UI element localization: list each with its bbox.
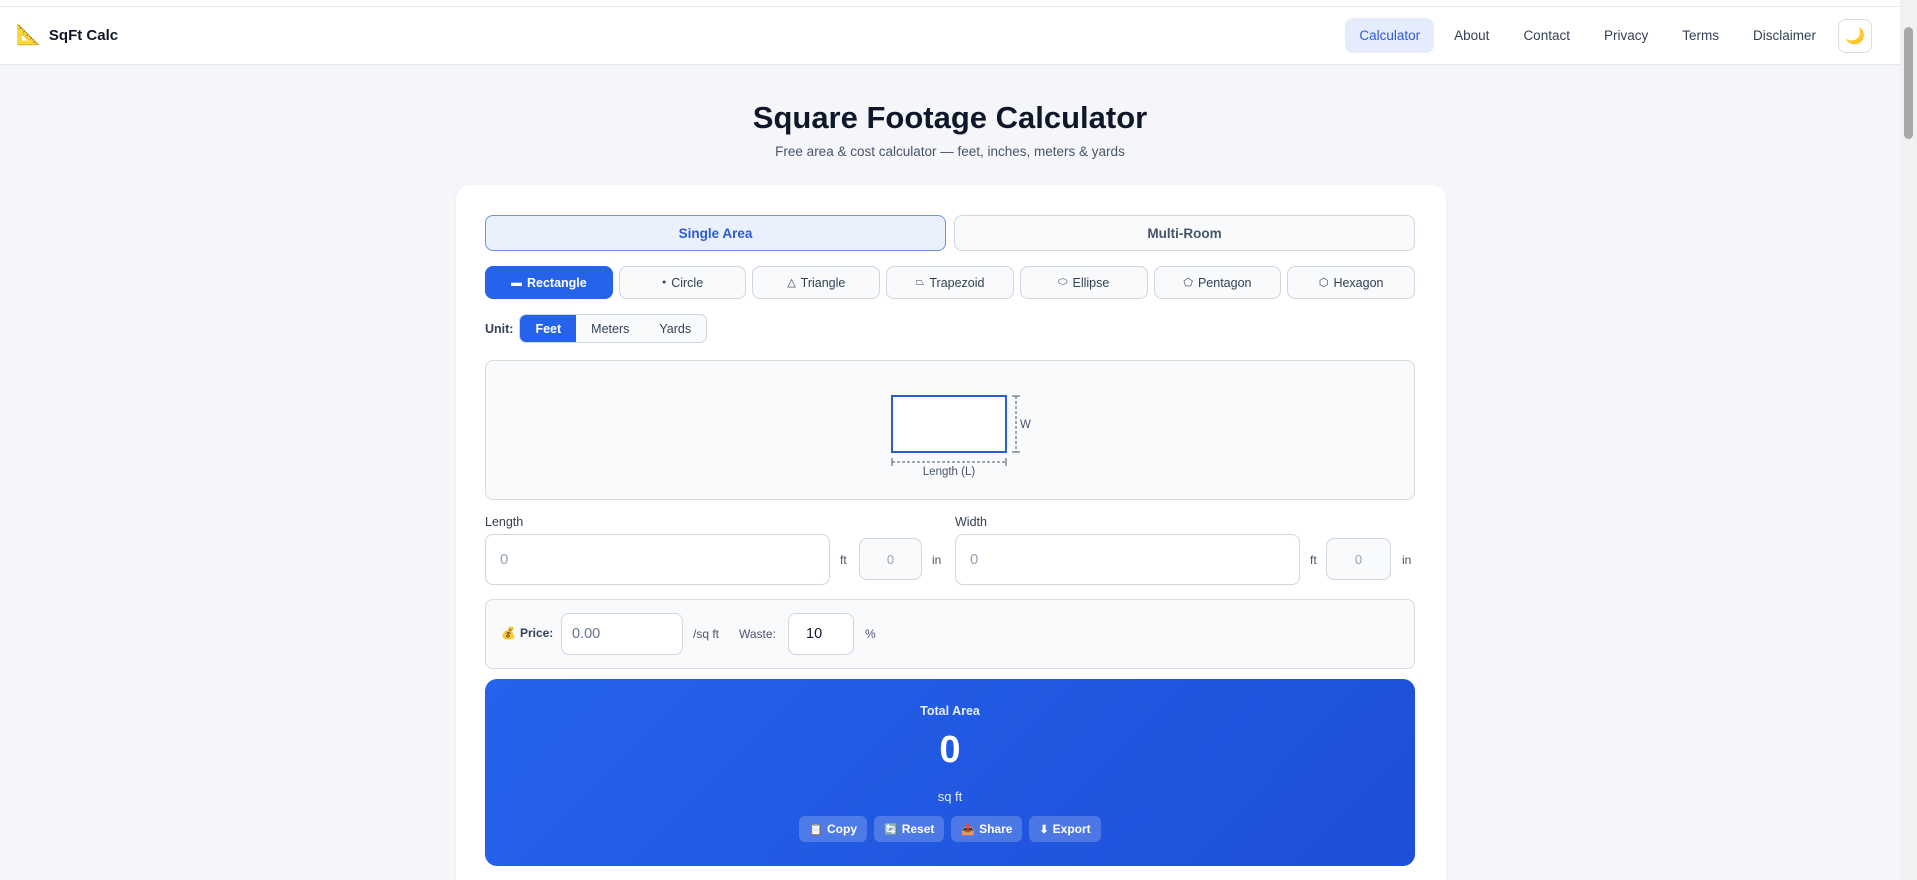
main-nav: Calculator About Contact Privacy Terms D… xyxy=(1345,18,1872,53)
ellipse-icon: ⬭ xyxy=(1058,276,1068,288)
nav-contact[interactable]: Contact xyxy=(1509,18,1584,53)
nav-terms[interactable]: Terms xyxy=(1668,18,1733,53)
scrollbar-thumb[interactable] xyxy=(1904,27,1913,139)
shape-label: Trapezoid xyxy=(929,275,985,290)
browser-top-edge xyxy=(0,0,1900,7)
share-icon: 📤 xyxy=(961,823,976,836)
result-value: 0 xyxy=(939,729,961,771)
moon-icon: 🌙 xyxy=(1845,27,1865,45)
brand[interactable]: 📐 SqFt Calc xyxy=(16,24,118,46)
trapezoid-icon: ⏢ xyxy=(915,276,925,288)
export-button[interactable]: ⬇ Export xyxy=(1029,816,1101,842)
circle-icon: ● xyxy=(661,279,667,286)
calculator-card: Single Area Multi-Room ▬ Rectangle ● Cir… xyxy=(456,185,1446,880)
copy-label: Copy xyxy=(827,822,857,836)
price-label-group: 💰 Price: xyxy=(501,626,553,640)
width-label: Width xyxy=(955,515,987,529)
length-diagram-label: Length (L) xyxy=(923,466,976,478)
shape-diagram: W Length (L) xyxy=(485,360,1415,500)
share-label: Share xyxy=(979,822,1013,836)
triangular-ruler-icon: 📐 xyxy=(16,24,41,46)
result-actions: 📋 Copy 🔄 Reset 📤 Share ⬇ Export xyxy=(485,816,1415,842)
length-inches-unit: in xyxy=(932,553,942,567)
nav-calculator[interactable]: Calculator xyxy=(1345,18,1435,53)
waste-value: 10 xyxy=(806,626,823,642)
price-label: Price: xyxy=(519,626,554,640)
triangle-icon: △ xyxy=(787,277,796,289)
width-diagram-label: W xyxy=(1020,419,1031,431)
unit-meters-button[interactable]: Meters xyxy=(576,315,644,342)
pentagon-icon: ⬠ xyxy=(1183,277,1193,289)
shape-hexagon-button[interactable]: ⬡ Hexagon xyxy=(1287,266,1416,299)
refresh-icon: 🔄 xyxy=(884,823,898,836)
width-feet-unit: ft xyxy=(1310,553,1317,567)
unit-label: Unit: xyxy=(485,321,514,336)
hexagon-icon: ⬡ xyxy=(1318,277,1329,289)
tab-single-area[interactable]: Single Area xyxy=(485,215,946,251)
waste-input[interactable]: 10 xyxy=(788,613,854,655)
nav-about[interactable]: About xyxy=(1440,18,1503,53)
width-inches-input[interactable]: 0 xyxy=(1326,538,1391,580)
nav-privacy[interactable]: Privacy xyxy=(1590,18,1662,53)
shape-label: Pentagon xyxy=(1197,275,1252,290)
waste-label: Waste: xyxy=(739,627,776,641)
page-title: Square Footage Calculator xyxy=(752,100,1148,135)
length-placeholder: 0 xyxy=(500,551,509,568)
price-unit: /sq ft xyxy=(693,627,720,641)
reset-label: Reset xyxy=(901,822,935,836)
shape-circle-button[interactable]: ● Circle xyxy=(618,266,747,299)
shape-selector: ▬ Rectangle ● Circle △ Triangle ⏢ Trapez… xyxy=(485,266,1416,299)
result-unit: sq ft xyxy=(937,789,963,804)
rectangle-icon: ▬ xyxy=(510,276,522,289)
download-icon: ⬇ xyxy=(1039,823,1049,836)
shape-rectangle-button[interactable]: ▬ Rectangle xyxy=(485,266,613,299)
export-label: Export xyxy=(1052,822,1091,836)
tab-multi-room[interactable]: Multi-Room xyxy=(954,215,1415,251)
length-label: Length xyxy=(485,515,524,529)
result-label: Total Area xyxy=(920,704,980,718)
length-feet-unit: ft xyxy=(840,553,847,567)
shape-label: Hexagon xyxy=(1333,275,1384,290)
price-waste-panel: 💰 Price: 0.00 /sq ft Waste: 10 % xyxy=(485,599,1415,669)
shape-label: Rectangle xyxy=(526,275,587,290)
shape-ellipse-button[interactable]: ⬭ Ellipse xyxy=(1019,266,1148,299)
mode-tabs: Single Area Multi-Room xyxy=(485,215,1415,251)
shape-pentagon-button[interactable]: ⬠ Pentagon xyxy=(1153,266,1282,299)
unit-feet-button[interactable]: Feet xyxy=(520,315,577,342)
copy-button[interactable]: 📋 Copy xyxy=(799,816,867,842)
width-placeholder: 0 xyxy=(970,551,979,568)
unit-selector: Feet Meters Yards xyxy=(519,314,708,343)
width-inch-placeholder: 0 xyxy=(1354,551,1363,567)
price-input[interactable]: 0.00 xyxy=(561,613,683,655)
nav-disclaimer[interactable]: Disclaimer xyxy=(1739,18,1830,53)
width-inches-unit: in xyxy=(1402,553,1412,567)
length-feet-input[interactable]: 0 xyxy=(485,534,830,585)
unit-selector-row: Unit: Feet Meters Yards xyxy=(485,314,708,343)
share-button[interactable]: 📤 Share xyxy=(951,816,1023,842)
page-scrollbar[interactable] xyxy=(1900,0,1917,880)
unit-yards-button[interactable]: Yards xyxy=(644,315,706,342)
shape-label: Triangle xyxy=(800,275,846,290)
navbar: 📐 SqFt Calc Calculator About Contact Pri… xyxy=(0,7,1900,65)
money-bag-icon: 💰 xyxy=(501,626,516,640)
waste-unit: % xyxy=(865,627,876,641)
rectangle-diagram: W Length (L) xyxy=(891,395,1031,478)
diagram-rectangle xyxy=(891,395,1007,453)
length-inches-input[interactable]: 0 xyxy=(859,538,922,580)
price-placeholder: 0.00 xyxy=(572,626,601,642)
width-feet-input[interactable]: 0 xyxy=(955,534,1300,585)
shape-trapezoid-button[interactable]: ⏢ Trapezoid xyxy=(886,266,1014,299)
clipboard-icon: 📋 xyxy=(809,823,823,836)
shape-label: Circle xyxy=(671,275,704,290)
result-panel: Total Area 0 sq ft 📋 Copy 🔄 Reset 📤 Shar… xyxy=(485,679,1415,866)
length-inch-placeholder: 0 xyxy=(886,551,895,567)
reset-button[interactable]: 🔄 Reset xyxy=(874,816,945,842)
theme-toggle-button[interactable]: 🌙 xyxy=(1838,18,1872,53)
brand-name: SqFt Calc xyxy=(48,26,119,44)
page-subtitle: Free area & cost calculator — feet, inch… xyxy=(775,144,1125,159)
shape-triangle-button[interactable]: △ Triangle xyxy=(752,266,881,299)
shape-label: Ellipse xyxy=(1072,275,1110,290)
